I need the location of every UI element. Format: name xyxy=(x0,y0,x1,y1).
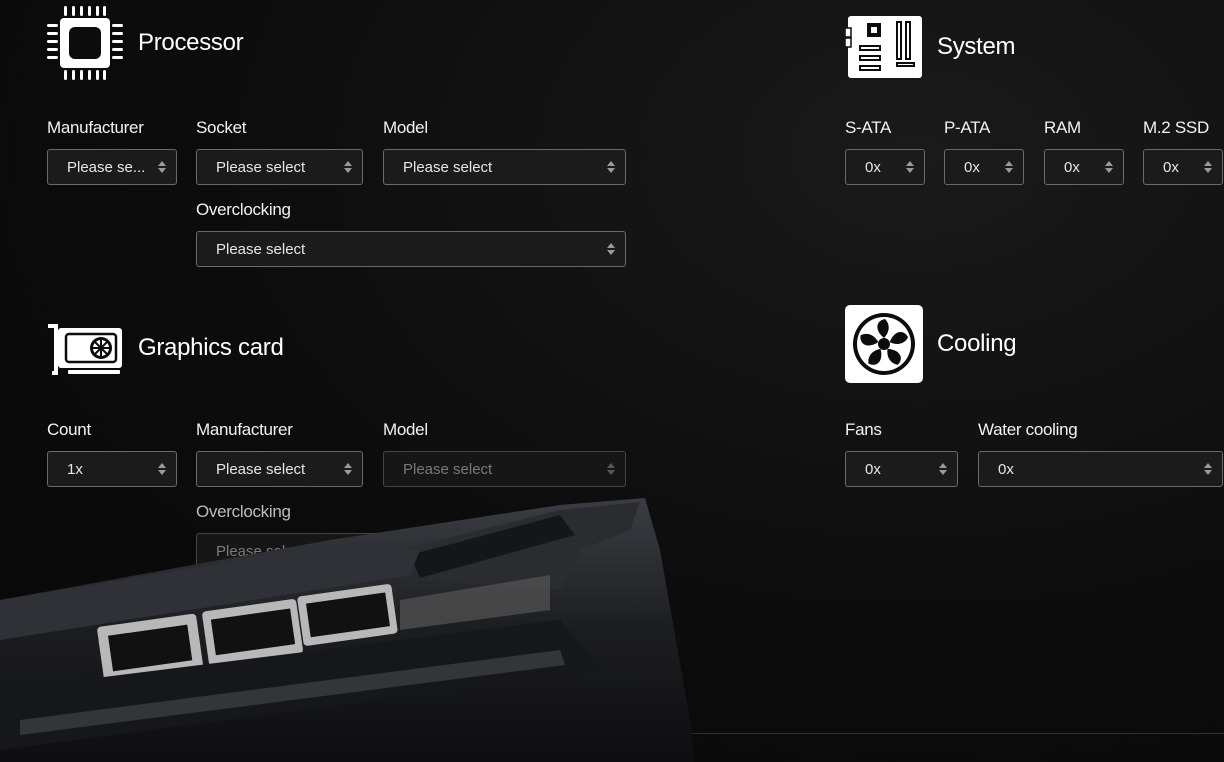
system-sata-field: S-ATA 0x xyxy=(845,118,925,185)
processor-model-label: Model xyxy=(383,118,428,137)
select-arrows-icon xyxy=(344,463,352,475)
cooling-fans-label: Fans xyxy=(845,420,882,439)
system-m2ssd-field: M.2 SSD 0x xyxy=(1143,118,1223,185)
select-arrows-icon xyxy=(607,243,615,255)
cooling-title: Cooling xyxy=(937,330,1017,357)
select-arrows-icon xyxy=(1204,161,1212,173)
processor-manufacturer-select[interactable]: Please se... xyxy=(47,149,177,185)
select-value: 0x xyxy=(998,460,1014,478)
select-value: Please select xyxy=(403,460,493,478)
select-arrows-icon xyxy=(607,463,615,475)
cooling-water-select[interactable]: 0x xyxy=(978,451,1223,487)
select-arrows-icon xyxy=(1005,161,1013,173)
select-arrows-icon xyxy=(344,161,352,173)
graphics-count-select[interactable]: 1x xyxy=(47,451,177,487)
motherboard-icon xyxy=(845,8,923,86)
select-value: Please select xyxy=(216,240,306,258)
select-arrows-icon xyxy=(1105,161,1113,173)
system-header: System xyxy=(845,8,1016,86)
system-title: System xyxy=(937,33,1016,60)
cooling-header: Cooling xyxy=(845,305,1017,383)
select-value: Please select xyxy=(216,460,306,478)
cooling-fans-select[interactable]: 0x xyxy=(845,451,958,487)
processor-socket-select[interactable]: Please select xyxy=(196,149,363,185)
graphics-model-field: Model Please select xyxy=(383,420,626,487)
graphics-manufacturer-label: Manufacturer xyxy=(196,420,293,439)
graphics-model-select[interactable]: Please select xyxy=(383,451,626,487)
graphics-model-label: Model xyxy=(383,420,428,439)
system-ram-field: RAM 0x xyxy=(1044,118,1124,185)
footer-divider xyxy=(680,733,1224,734)
graphics-manufacturer-field: Manufacturer Please select xyxy=(196,420,363,487)
graphics-card-photo xyxy=(0,498,695,762)
select-value: Please select xyxy=(216,158,306,176)
graphics-title: Graphics card xyxy=(138,334,284,361)
select-value: 0x xyxy=(865,158,881,176)
system-sata-label: S-ATA xyxy=(845,118,892,137)
select-value: 0x xyxy=(1163,158,1179,176)
system-m2ssd-label: M.2 SSD xyxy=(1143,118,1209,137)
cpu-icon xyxy=(46,4,124,82)
cooling-water-field: Water cooling 0x xyxy=(978,420,1223,487)
graphics-card-icon xyxy=(46,309,124,387)
processor-socket-label: Socket xyxy=(196,118,247,137)
graphics-manufacturer-select[interactable]: Please select xyxy=(196,451,363,487)
select-value: 0x xyxy=(1064,158,1080,176)
processor-model-field: Model Please select xyxy=(383,118,626,185)
select-arrows-icon xyxy=(158,161,166,173)
processor-overclocking-field: Overclocking Please select xyxy=(196,200,626,267)
select-value: 0x xyxy=(964,158,980,176)
cooling-fans-field: Fans 0x xyxy=(845,420,958,487)
system-ram-label: RAM xyxy=(1044,118,1081,137)
cooling-water-label: Water cooling xyxy=(978,420,1078,439)
select-value: 1x xyxy=(67,460,83,478)
graphics-count-field: Count 1x xyxy=(47,420,177,487)
select-value: Please se... xyxy=(67,158,146,176)
fan-icon xyxy=(845,305,923,383)
system-m2ssd-select[interactable]: 0x xyxy=(1143,149,1223,185)
graphics-count-label: Count xyxy=(47,420,91,439)
processor-manufacturer-field: Manufacturer Please se... xyxy=(47,118,177,185)
processor-manufacturer-label: Manufacturer xyxy=(47,118,144,137)
system-pata-select[interactable]: 0x xyxy=(944,149,1024,185)
select-value: Please select xyxy=(403,158,493,176)
processor-overclocking-select[interactable]: Please select xyxy=(196,231,626,267)
processor-model-select[interactable]: Please select xyxy=(383,149,626,185)
system-pata-label: P-ATA xyxy=(944,118,991,137)
processor-overclocking-label: Overclocking xyxy=(196,200,291,219)
select-arrows-icon xyxy=(906,161,914,173)
graphics-header: Graphics card xyxy=(46,309,284,387)
select-arrows-icon xyxy=(158,463,166,475)
processor-header: Processor xyxy=(46,4,244,82)
processor-socket-field: Socket Please select xyxy=(196,118,363,185)
select-value: 0x xyxy=(865,460,881,478)
system-sata-select[interactable]: 0x xyxy=(845,149,925,185)
processor-title: Processor xyxy=(138,29,244,56)
system-pata-field: P-ATA 0x xyxy=(944,118,1024,185)
select-arrows-icon xyxy=(1204,463,1212,475)
system-ram-select[interactable]: 0x xyxy=(1044,149,1124,185)
select-arrows-icon xyxy=(939,463,947,475)
select-arrows-icon xyxy=(607,161,615,173)
